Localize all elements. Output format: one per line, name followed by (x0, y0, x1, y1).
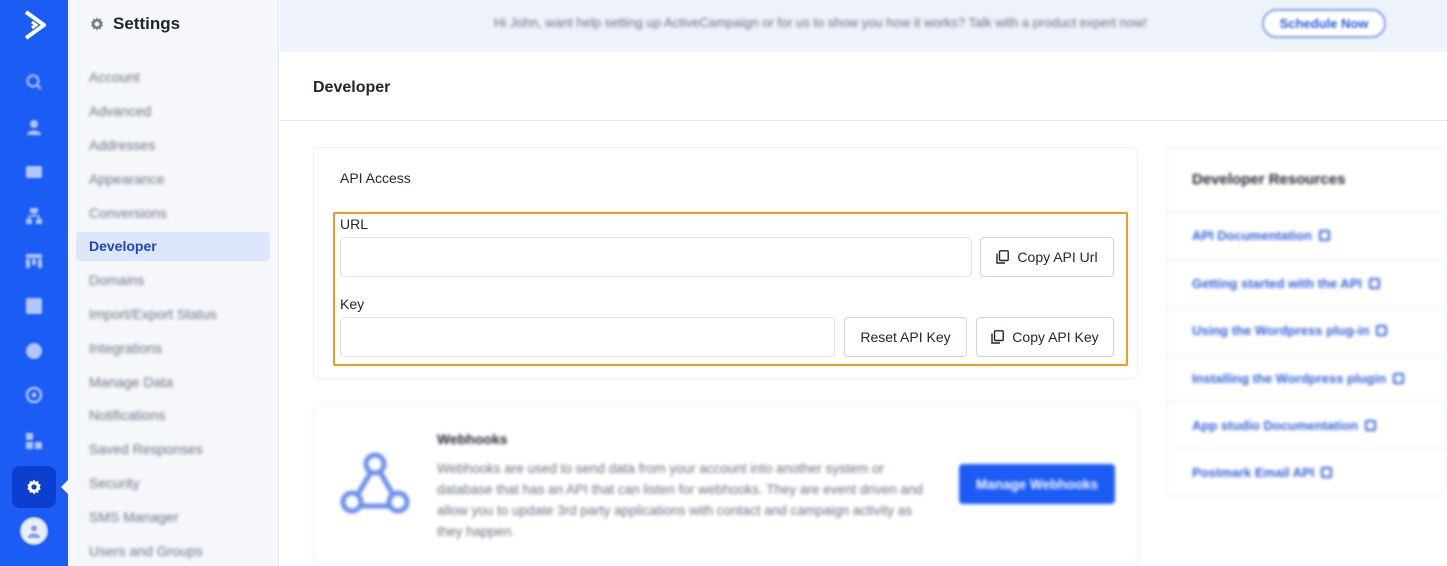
settings-sidebar: Settings Account Advanced Addresses Appe… (68, 0, 279, 566)
webhooks-description: Webhooks are used to send data from your… (437, 461, 924, 539)
settings-icon[interactable] (12, 466, 56, 508)
resource-link[interactable]: App studio Documentation (1167, 401, 1447, 449)
active-pointer (61, 480, 68, 494)
key-label: Key (340, 296, 365, 312)
copy-api-key-button[interactable]: Copy API Key (976, 317, 1114, 357)
sidebar-item-users-and-groups[interactable]: Users and Groups (76, 537, 270, 566)
reset-api-key-label: Reset API Key (860, 329, 951, 345)
external-link-icon (1318, 230, 1330, 241)
sidebar-item-sms-manager[interactable]: SMS Manager (76, 503, 270, 532)
sidebar-title: Settings (113, 14, 181, 33)
webhook-icon (340, 452, 410, 514)
resource-link-label: Using the Wordpress plug-in (1192, 323, 1370, 338)
sidebar-item-saved-responses[interactable]: Saved Responses (76, 435, 270, 464)
copy-icon (996, 250, 1010, 264)
resource-link[interactable]: Getting started with the API (1167, 259, 1447, 307)
apps-icon[interactable] (22, 383, 46, 407)
deals-icon[interactable] (22, 249, 46, 273)
copy-api-key-label: Copy API Key (1012, 329, 1099, 345)
avatar[interactable] (20, 517, 48, 545)
resource-link[interactable]: Postmark Email API (1167, 448, 1447, 496)
resource-link-label: Getting started with the API (1192, 276, 1362, 291)
developer-resources-card: Developer Resources API Documentation Ge… (1166, 148, 1447, 496)
resource-link-label: Postmark Email API (1192, 465, 1315, 480)
sidebar-item-notifications[interactable]: Notifications (76, 401, 270, 430)
resource-link-label: API Documentation (1192, 228, 1312, 243)
sidebar-item-appearance[interactable]: Appearance (76, 165, 270, 194)
sidebar-item-security[interactable]: Security (76, 469, 270, 498)
webhooks-title: Webhooks (437, 431, 508, 447)
campaigns-icon[interactable] (22, 160, 46, 184)
page-header: Developer (280, 52, 1447, 121)
search-icon[interactable] (22, 70, 46, 94)
app-rail (0, 0, 68, 566)
resource-link[interactable]: API Documentation (1167, 211, 1447, 259)
banner-message: Hi John, want help setting up ActiveCamp… (494, 15, 1147, 30)
sidebar-item-advanced[interactable]: Advanced (76, 97, 270, 126)
resource-link-label: Installing the Wordpress plugin (1192, 371, 1387, 386)
api-key-field[interactable] (340, 317, 835, 357)
external-link-icon (1365, 420, 1377, 431)
external-link-icon (1376, 325, 1388, 336)
api-access-title: API Access (340, 170, 411, 186)
external-link-icon (1393, 373, 1405, 384)
activecampaign-logo-icon[interactable] (22, 8, 48, 42)
reports-icon[interactable] (22, 339, 46, 363)
copy-icon (991, 330, 1005, 344)
url-label: URL (340, 216, 369, 232)
contacts-icon[interactable] (22, 115, 46, 139)
copy-api-url-label: Copy API Url (1017, 249, 1098, 265)
external-link-icon (1321, 467, 1333, 478)
sidebar-item-manage-data[interactable]: Manage Data (76, 368, 270, 397)
sidebar-item-developer[interactable]: Developer (76, 232, 270, 261)
sidebar-item-account[interactable]: Account (76, 63, 270, 92)
sidebar-item-addresses[interactable]: Addresses (76, 131, 270, 160)
reset-api-key-button[interactable]: Reset API Key (844, 317, 967, 357)
sidebar-item-conversions[interactable]: Conversions (76, 199, 270, 228)
page-title: Developer (313, 79, 391, 96)
external-link-icon (1368, 278, 1380, 289)
webhooks-card: Webhooks Webhooks are used to send data … (313, 405, 1139, 563)
sidebar-item-domains[interactable]: Domains (76, 266, 270, 295)
lists-icon[interactable] (22, 294, 46, 318)
schedule-now-button[interactable]: Schedule Now (1262, 9, 1386, 38)
promo-banner: Hi John, want help setting up ActiveCamp… (280, 0, 1447, 52)
sidebar-item-import-export-status[interactable]: Import/Export Status (76, 300, 270, 329)
resources-title: Developer Resources (1192, 171, 1346, 188)
copy-api-url-button[interactable]: Copy API Url (980, 237, 1114, 277)
sidebar-header: Settings (89, 14, 180, 34)
manage-webhooks-button[interactable]: Manage Webhooks (959, 464, 1115, 504)
api-url-field[interactable] (340, 237, 972, 277)
gear-icon (91, 17, 103, 31)
resource-link[interactable]: Installing the Wordpress plugin (1167, 354, 1447, 402)
resource-link[interactable]: Using the Wordpress plug-in (1167, 306, 1447, 354)
automations-icon[interactable] (22, 204, 46, 228)
resource-link-label: App studio Documentation (1192, 418, 1359, 433)
sidebar-item-integrations[interactable]: Integrations (76, 334, 270, 363)
conversations-icon[interactable] (22, 429, 46, 453)
